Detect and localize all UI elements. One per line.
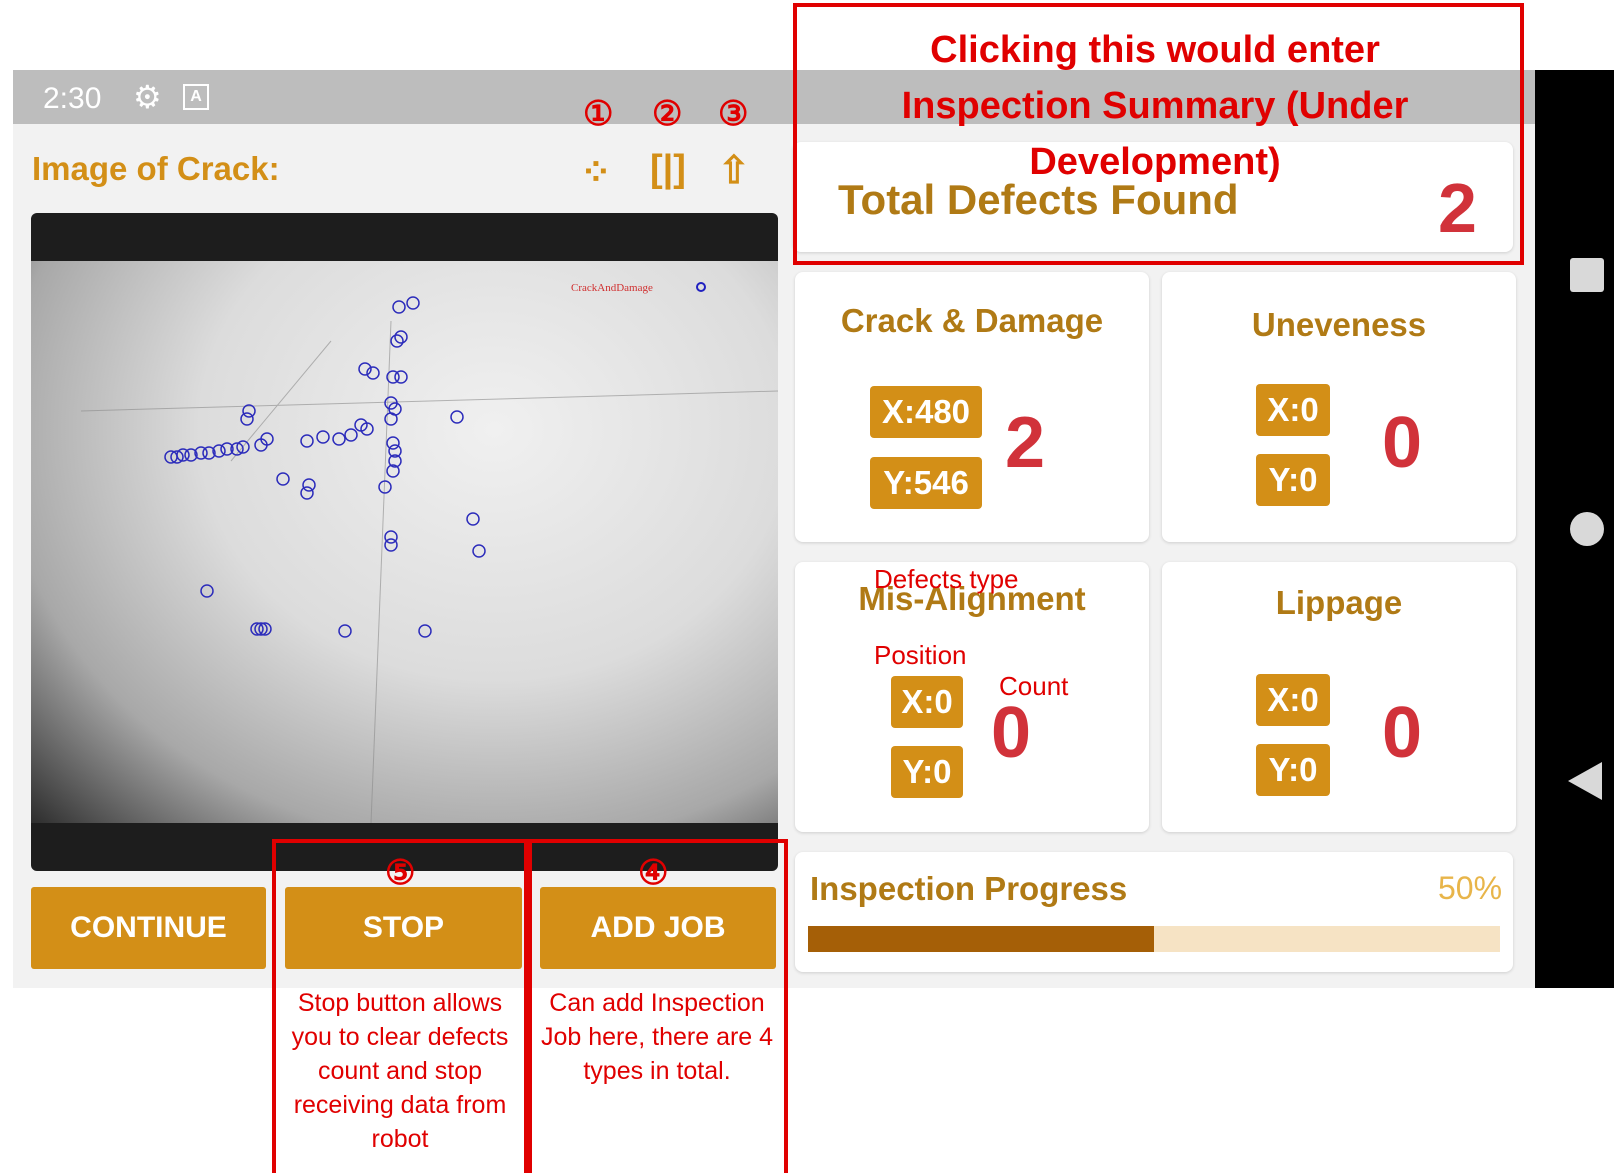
status-time: 2:30 xyxy=(43,82,102,115)
gear-icon: ⚙ xyxy=(133,79,162,115)
image-title: Image of Crack: xyxy=(32,150,280,187)
share-icon[interactable]: ⇧ xyxy=(718,148,750,193)
defect-title: Uneveness xyxy=(1251,306,1427,343)
recents-icon[interactable] xyxy=(1570,258,1604,292)
defect-title: Lippage xyxy=(1275,584,1403,621)
continue-button[interactable]: CONTINUE xyxy=(31,887,266,969)
detection-marker xyxy=(450,410,464,424)
annotation-position: Position xyxy=(874,640,967,670)
defect-count: 0 xyxy=(1382,693,1423,773)
detection-marker xyxy=(466,512,480,526)
overlay-legend: CrackAndDamage xyxy=(571,282,653,294)
progress-fill xyxy=(808,926,1154,952)
progress-percent: 50% xyxy=(1438,870,1503,906)
detection-marker xyxy=(240,412,254,426)
home-icon[interactable] xyxy=(1570,512,1604,546)
detection-marker xyxy=(338,624,352,638)
detection-marker xyxy=(200,584,214,598)
detection-marker xyxy=(418,624,432,638)
legend-marker xyxy=(696,282,706,292)
detection-marker xyxy=(242,404,256,418)
detection-marker xyxy=(394,370,408,384)
detection-marker xyxy=(276,472,290,486)
position-y: Y:0 xyxy=(891,746,963,798)
camera-image: CrackAndDamage xyxy=(31,261,778,824)
defect-card-crack: Crack & Damage X:480 Y:546 2 xyxy=(795,272,1149,542)
annotation-addjob-note: Can add Inspection Job here, there are 4… xyxy=(540,989,774,1085)
annotation-line: Inspection Summary (Under xyxy=(901,85,1409,127)
back-icon[interactable] xyxy=(1568,762,1602,800)
annotation-count: Count xyxy=(999,671,1069,701)
defect-title: Crack & Damage xyxy=(840,302,1104,339)
position-y: Y:546 xyxy=(870,457,982,509)
detection-marker xyxy=(472,544,486,558)
position-x: X:0 xyxy=(1256,674,1330,726)
split-view-icon[interactable]: [|] xyxy=(650,148,686,191)
annotation-summary-text: Clicking this would enter Inspection Sum… xyxy=(805,22,1505,190)
detection-marker xyxy=(406,296,420,310)
defect-count: 2 xyxy=(1005,403,1046,483)
points-icon[interactable]: ⁘ xyxy=(580,150,612,195)
crack-image: CrackAndDamage xyxy=(31,213,778,871)
app-notification-icon: A xyxy=(183,84,209,110)
detection-marker xyxy=(344,428,358,442)
marker-1: ① xyxy=(583,95,614,133)
annotation-defects-type: Defects type xyxy=(874,564,1019,594)
marker-4: ④ xyxy=(638,854,669,892)
detection-marker xyxy=(302,478,316,492)
defect-count: 0 xyxy=(1382,403,1423,483)
defect-card-lippage: Lippage X:0 Y:0 0 xyxy=(1162,562,1516,832)
detection-marker xyxy=(392,300,406,314)
annotation-stop-note: Stop button allows you to clear defects … xyxy=(291,989,509,1153)
annotation-line: Clicking this would enter xyxy=(930,29,1380,71)
position-x: X:0 xyxy=(891,676,963,728)
detection-overlay: CrackAndDamage xyxy=(80,282,778,824)
position-y: Y:0 xyxy=(1256,744,1330,796)
position-x: X:480 xyxy=(870,386,982,438)
detection-marker xyxy=(316,430,330,444)
detection-marker xyxy=(332,432,346,446)
annotation-line: Development) xyxy=(1029,141,1281,183)
marker-5: ⑤ xyxy=(385,854,416,892)
marker-2: ② xyxy=(652,95,683,133)
progress-label: Inspection Progress xyxy=(810,870,1128,907)
detection-marker xyxy=(386,436,400,450)
detection-marker xyxy=(300,486,314,500)
marker-3: ③ xyxy=(718,95,749,133)
detection-marker xyxy=(384,538,398,552)
detection-marker xyxy=(300,434,314,448)
defect-card-misalignment: Mis-Alignment X:0 Y:0 0 xyxy=(795,562,1149,832)
position-y: Y:0 xyxy=(1256,454,1330,506)
position-x: X:0 xyxy=(1256,384,1330,436)
defect-count: 0 xyxy=(991,693,1032,773)
defect-card-uneveness: Uneveness X:0 Y:0 0 xyxy=(1162,272,1516,542)
